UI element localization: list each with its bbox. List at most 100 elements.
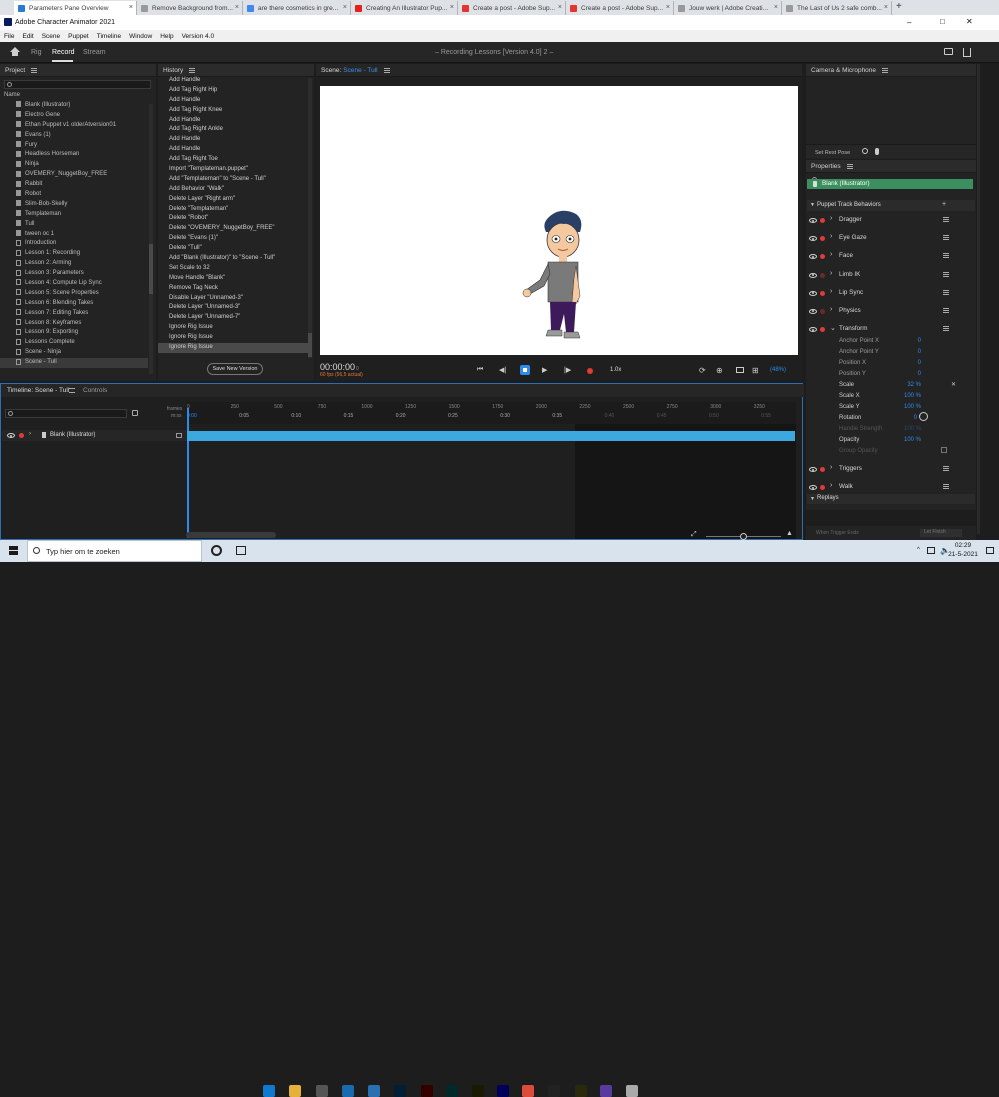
- param-value[interactable]: 0: [918, 371, 921, 377]
- group-opacity-checkbox[interactable]: [941, 447, 947, 453]
- project-item[interactable]: Scene - Ninja: [0, 348, 148, 358]
- history-item[interactable]: Add Tag Right Knee: [158, 106, 308, 116]
- behavior-menu-icon[interactable]: [943, 289, 949, 295]
- project-item[interactable]: Ninja: [0, 160, 148, 170]
- visibility-icon[interactable]: [809, 485, 817, 491]
- project-item[interactable]: Electro Gene: [0, 111, 148, 121]
- param-value[interactable]: 0: [918, 338, 921, 344]
- browser-tab[interactable]: Jouw werk | Adobe Creati... ×: [674, 1, 782, 15]
- close-tab-icon[interactable]: ×: [884, 4, 888, 11]
- menu-edit[interactable]: Edit: [18, 33, 37, 40]
- project-item[interactable]: Lesson 2: Arming: [0, 259, 148, 269]
- camera-icon[interactable]: [862, 148, 868, 154]
- project-item[interactable]: Introduction: [0, 239, 148, 249]
- playback-speed[interactable]: 1.0x: [610, 367, 621, 373]
- puppet-character[interactable]: [518, 206, 608, 356]
- expand-chevron-icon[interactable]: ›: [830, 251, 832, 258]
- behavior-menu-icon[interactable]: [943, 466, 949, 471]
- character-animator-icon[interactable]: [497, 1085, 509, 1097]
- history-scrollbar[interactable]: [308, 78, 312, 358]
- illustrator-icon[interactable]: [421, 1085, 433, 1097]
- save-new-version-button[interactable]: Save New Version: [207, 363, 263, 375]
- project-item[interactable]: Evans (1): [0, 131, 148, 141]
- app-icon[interactable]: [600, 1085, 612, 1097]
- project-item[interactable]: Lesson 3: Parameters: [0, 269, 148, 279]
- zoom-in-icon[interactable]: ▲: [786, 530, 793, 537]
- history-item[interactable]: Ignore Rig Issue: [158, 343, 308, 353]
- history-item[interactable]: Disable Layer "Unnamed-3": [158, 294, 308, 304]
- expand-chevron-icon[interactable]: ›: [830, 288, 832, 295]
- project-item[interactable]: Lessons Complete: [0, 338, 148, 348]
- arm-record-icon[interactable]: [820, 290, 825, 296]
- history-item[interactable]: Import "Templateman.puppet": [158, 165, 308, 175]
- close-tab-icon[interactable]: ×: [343, 4, 347, 11]
- history-item[interactable]: Delete "Robot": [158, 214, 308, 224]
- browser-tab[interactable]: are there cosmetics in gre... ×: [243, 1, 351, 15]
- properties-scrollbar[interactable]: [977, 64, 980, 534]
- expand-chevron-icon[interactable]: ›: [830, 215, 832, 222]
- xbox-icon[interactable]: [548, 1085, 560, 1097]
- go-to-start-icon[interactable]: ⏮: [477, 366, 483, 374]
- menu-help[interactable]: Help: [156, 33, 177, 40]
- history-item[interactable]: Add "Templateman" to "Scene - Tull": [158, 175, 308, 185]
- param-value[interactable]: 0: [918, 349, 921, 355]
- panel-menu-icon[interactable]: [31, 67, 38, 73]
- visibility-icon[interactable]: [809, 327, 817, 333]
- visibility-icon[interactable]: [809, 272, 817, 278]
- panel-menu-icon[interactable]: [846, 163, 853, 169]
- history-item[interactable]: Add Handle: [158, 135, 308, 145]
- arm-record-icon[interactable]: [820, 254, 825, 260]
- target-icon[interactable]: ⊕: [716, 366, 723, 375]
- new-tab-icon[interactable]: +: [896, 1, 902, 12]
- arm-record-icon[interactable]: [820, 272, 825, 278]
- close-tab-icon[interactable]: ×: [235, 4, 239, 11]
- behavior-row[interactable]: › Face: [806, 247, 974, 265]
- param-value[interactable]: 100 %: [904, 437, 921, 443]
- param-value[interactable]: 100 %: [904, 393, 921, 399]
- project-item[interactable]: OVEMERY_NuggetBoy_FREE: [0, 170, 148, 180]
- arm-record-icon[interactable]: [820, 308, 825, 314]
- close-tab-icon[interactable]: ×: [129, 4, 133, 11]
- close-tab-icon[interactable]: ×: [666, 4, 670, 11]
- clock-time[interactable]: 02:29: [952, 542, 974, 549]
- zoom-slider[interactable]: [706, 533, 781, 540]
- history-item[interactable]: Delete Layer "Right arm": [158, 195, 308, 205]
- history-item[interactable]: Delete "Evans (1)": [158, 234, 308, 244]
- close-tab-icon[interactable]: ×: [774, 4, 778, 11]
- photos-icon[interactable]: [368, 1085, 380, 1097]
- taskbar-search[interactable]: Typ hier om te zoeken: [27, 540, 202, 562]
- visibility-icon[interactable]: [809, 308, 817, 314]
- panel-menu-icon[interactable]: [69, 388, 75, 393]
- panel-menu-icon[interactable]: [189, 67, 196, 73]
- browser-tab[interactable]: Parameters Pane Overview ×: [14, 1, 137, 15]
- grid-icon[interactable]: ⊞: [752, 366, 759, 375]
- loop-icon[interactable]: ⟳: [699, 366, 706, 375]
- chrome-icon[interactable]: [522, 1085, 534, 1097]
- project-item[interactable]: Scene - Tull: [0, 358, 148, 369]
- track-lock-icon[interactable]: [176, 433, 182, 438]
- visibility-icon[interactable]: [7, 433, 15, 438]
- menu-puppet[interactable]: Puppet: [64, 33, 93, 40]
- behavior-menu-icon[interactable]: [943, 235, 949, 241]
- timeline-options-icon[interactable]: [132, 410, 138, 416]
- project-item[interactable]: Lesson 8: Keyframes: [0, 319, 148, 329]
- network-icon[interactable]: [927, 547, 935, 554]
- replay-select[interactable]: Let Finish: [920, 529, 962, 537]
- behavior-row[interactable]: › Eye Gaze: [806, 229, 974, 247]
- close-tab-icon[interactable]: ×: [558, 4, 562, 11]
- chat-icon[interactable]: [944, 48, 953, 55]
- replays-section[interactable]: ▼ Replays: [807, 494, 975, 504]
- browser-tab[interactable]: Create a post - Adobe Sup... ×: [566, 1, 674, 15]
- timeline-ruler[interactable]: 0 250 500 750 1000 1250 1500 1750 2000 2250 2500 27…: [186, 402, 796, 424]
- history-item[interactable]: Add Tag Right Hip: [158, 86, 308, 96]
- puppet-track-section[interactable]: ▼ Puppet Track Behaviors +: [807, 200, 975, 211]
- menu-scene[interactable]: Scene: [38, 33, 64, 40]
- menu-timeline[interactable]: Timeline: [93, 33, 125, 40]
- menu-window[interactable]: Window: [125, 33, 156, 40]
- project-item[interactable]: Robot: [0, 190, 148, 200]
- history-item[interactable]: Add Tag Right Toe: [158, 155, 308, 165]
- tab-rig[interactable]: Rig: [31, 49, 42, 56]
- history-item[interactable]: Ignore Rig Issue: [158, 323, 308, 333]
- zoom-level[interactable]: (48%): [770, 367, 786, 373]
- timeline-search[interactable]: [5, 409, 127, 418]
